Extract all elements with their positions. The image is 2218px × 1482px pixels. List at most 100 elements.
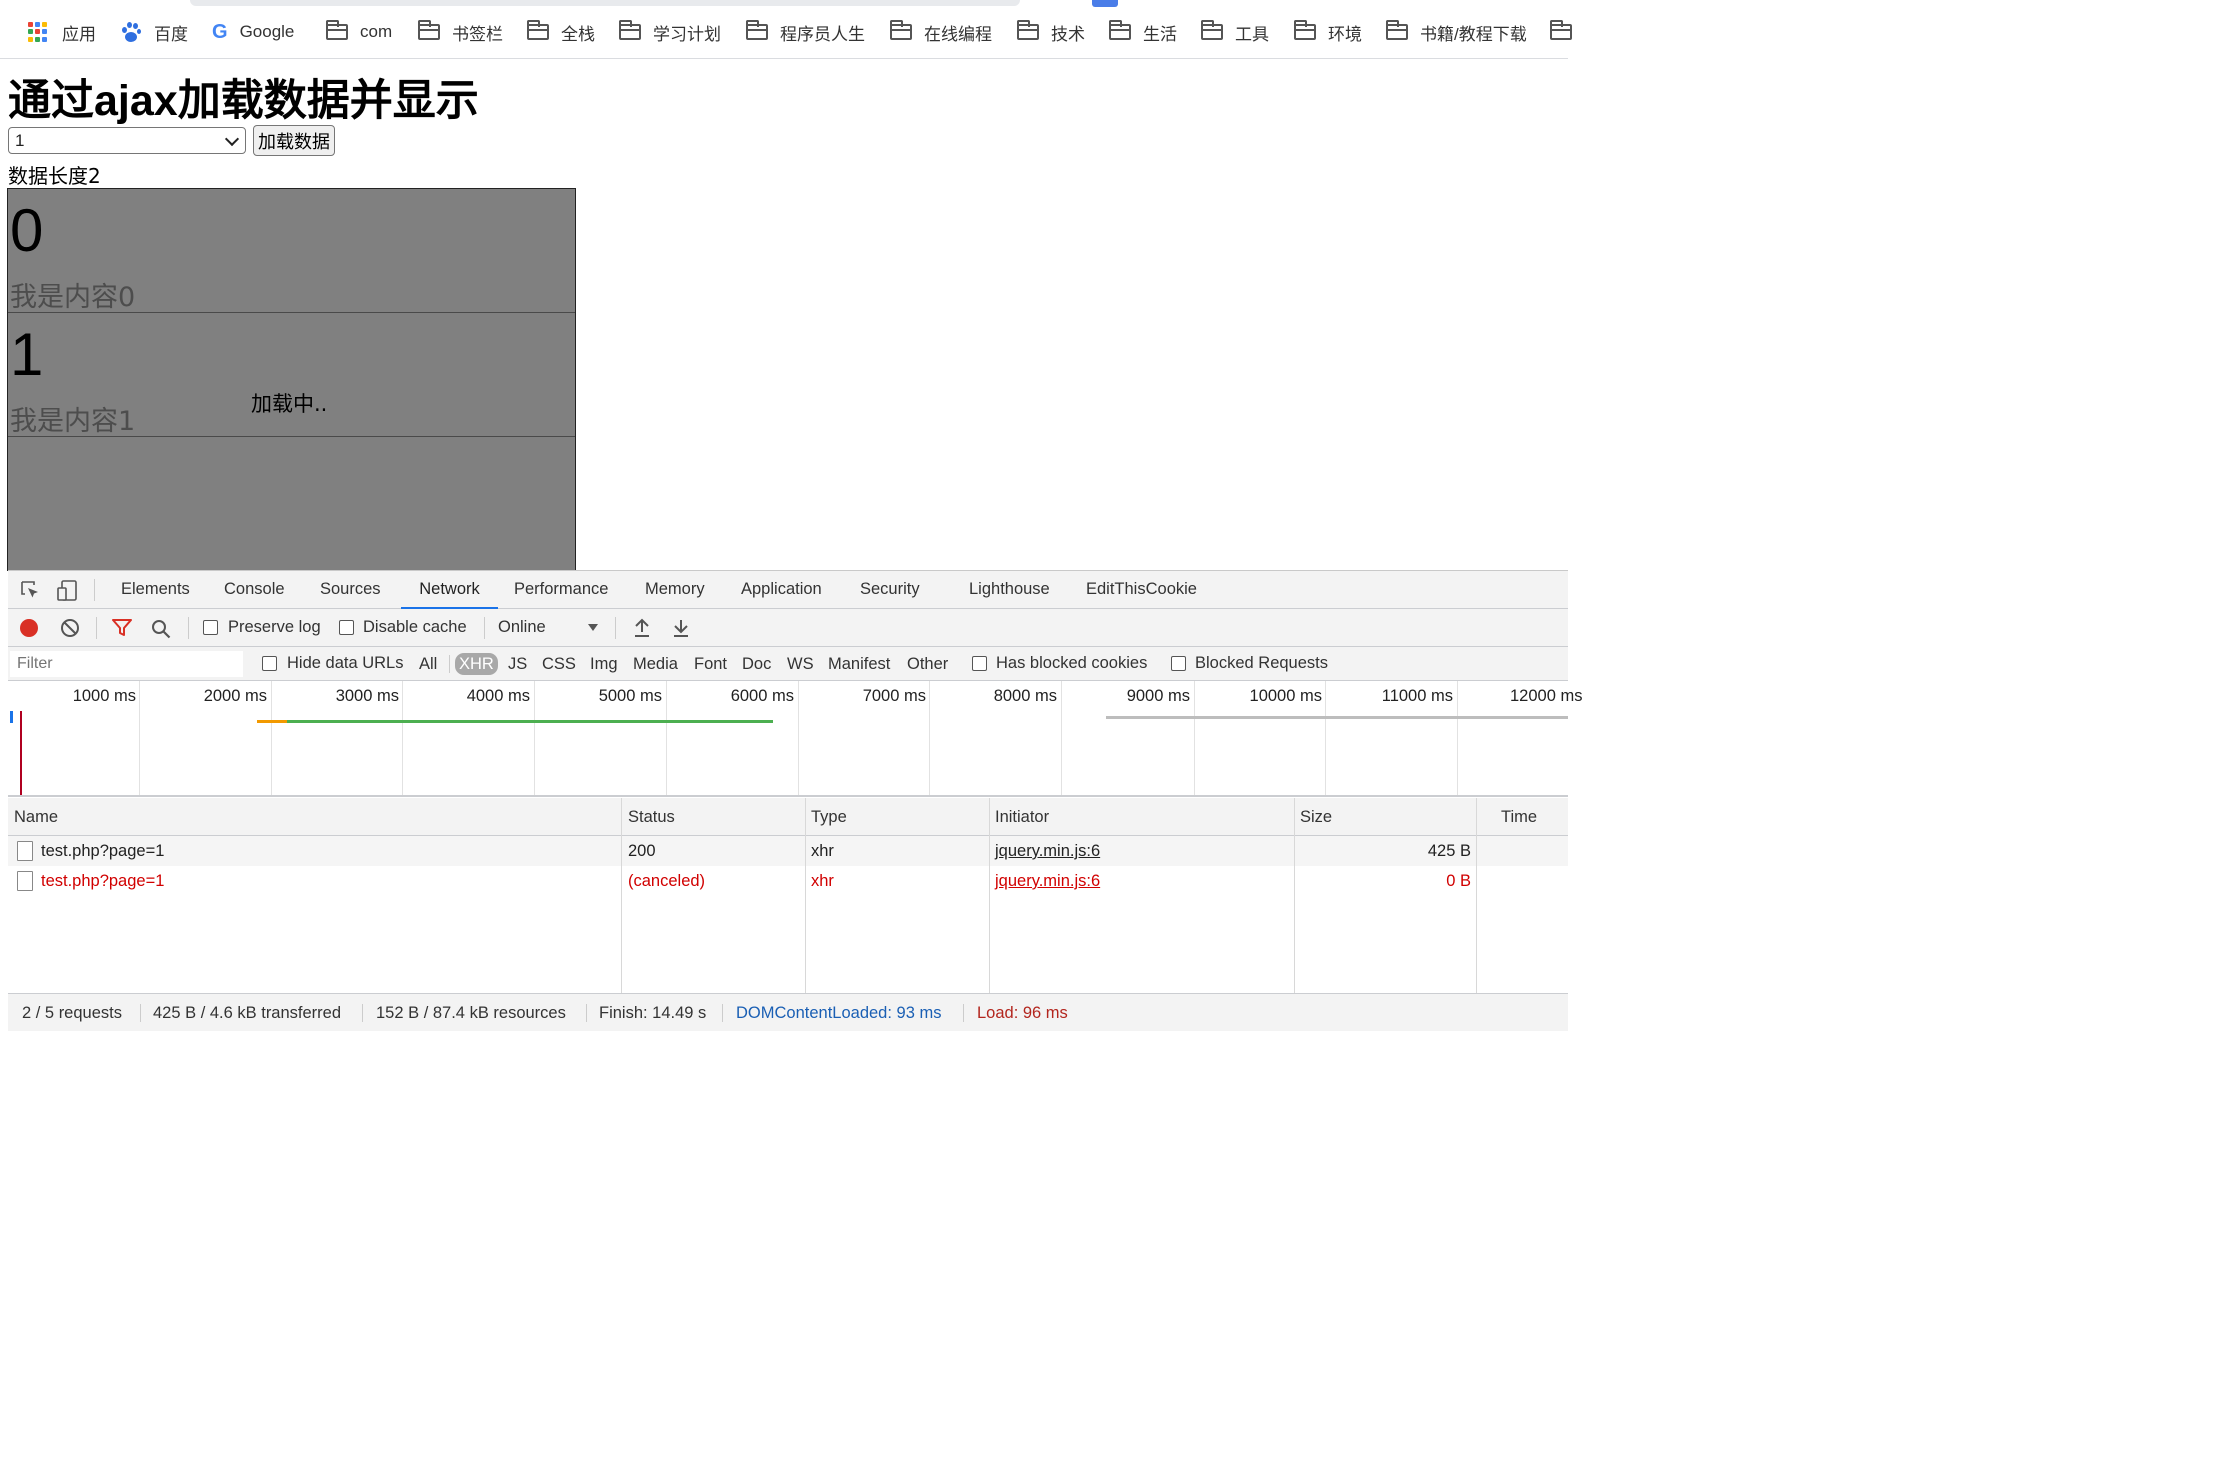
document-icon	[17, 841, 33, 861]
tab-application[interactable]: Application	[737, 571, 826, 609]
network-requests-table: Name Status Type Initiator Size Time tes…	[8, 798, 1568, 994]
column-header-name[interactable]: Name	[8, 798, 58, 836]
timeline-request-bar	[257, 720, 287, 723]
bookmark-folder-overflow[interactable]	[1550, 20, 1584, 44]
bookmark-baidu[interactable]: 百度	[120, 20, 188, 44]
tab-console[interactable]: Console	[220, 571, 289, 609]
folder-icon	[1109, 20, 1131, 40]
tab-memory[interactable]: Memory	[641, 571, 709, 609]
request-size: 425 B	[1427, 842, 1471, 860]
table-row[interactable]: test.php?page=1 (canceled) xhr jquery.mi…	[8, 866, 1568, 896]
bookmark-folder-environment[interactable]: 环境	[1294, 20, 1362, 44]
separator	[96, 617, 97, 639]
import-har-icon[interactable]	[633, 617, 651, 639]
blocked-requests-checkbox[interactable]	[1171, 656, 1186, 671]
tab-performance[interactable]: Performance	[510, 571, 612, 609]
separator	[586, 1004, 587, 1022]
request-status: (canceled)	[628, 872, 706, 890]
separator	[140, 1004, 141, 1022]
filter-input[interactable]	[10, 651, 243, 677]
bookmark-folder-tech[interactable]: 技术	[1017, 20, 1085, 44]
bookmark-folder-tools[interactable]: 工具	[1201, 20, 1269, 44]
request-initiator-link[interactable]: jquery.min.js:6	[995, 866, 1100, 896]
column-separator[interactable]	[621, 798, 622, 994]
disable-cache-checkbox[interactable]	[339, 620, 354, 635]
has-blocked-cookies-checkbox[interactable]	[972, 656, 987, 671]
type-filter-css[interactable]: CSS	[539, 653, 579, 675]
timeline-label: 10000 ms	[1249, 687, 1322, 705]
bookmark-label: Google	[239, 22, 295, 41]
column-separator[interactable]	[1294, 798, 1295, 994]
bookmark-folder-study-plan[interactable]: 学习计划	[619, 20, 721, 44]
column-header-initiator[interactable]: Initiator	[989, 798, 1049, 836]
network-toolbar: Preserve log Disable cache Online	[8, 609, 1568, 647]
device-toolbar-icon[interactable]	[56, 579, 80, 603]
filter-icon[interactable]	[111, 618, 133, 638]
load-data-button[interactable]: 加载数据	[253, 125, 335, 156]
bookmark-folder-bookmarks[interactable]: 书签栏	[418, 20, 503, 44]
folder-icon	[890, 20, 912, 40]
column-header-status[interactable]: Status	[622, 798, 675, 836]
item-content: 我是内容0	[10, 282, 136, 313]
page-select[interactable]: 1	[8, 127, 246, 154]
request-name: test.php?page=1	[41, 872, 165, 890]
page-title: 通过ajax加载数据并显示	[8, 77, 479, 125]
bookmark-folder-books[interactable]: 书籍/教程下载	[1386, 20, 1527, 44]
timeline-label: 7000 ms	[862, 687, 926, 705]
type-filter-media[interactable]: Media	[630, 653, 681, 675]
tab-sources[interactable]: Sources	[316, 571, 385, 609]
type-filter-js[interactable]: JS	[505, 653, 530, 675]
separator	[449, 655, 450, 673]
request-initiator-link[interactable]: jquery.min.js:6	[995, 836, 1100, 866]
tab-network[interactable]: Network	[401, 571, 498, 609]
data-length-text: 数据长度2	[8, 164, 101, 188]
separator	[615, 617, 616, 639]
bookmark-folder-life[interactable]: 生活	[1109, 20, 1177, 44]
bookmark-folder-online-coding[interactable]: 在线编程	[890, 20, 992, 44]
bookmark-apps[interactable]: 应用	[28, 20, 96, 44]
separator	[963, 1004, 964, 1022]
type-filter-img[interactable]: Img	[587, 653, 621, 675]
type-filter-all[interactable]: All	[416, 653, 440, 675]
type-filter-other[interactable]: Other	[904, 653, 951, 675]
bookmark-google[interactable]: G Google	[212, 20, 294, 44]
folder-icon	[1386, 20, 1408, 40]
preserve-log-checkbox[interactable]	[203, 620, 218, 635]
has-blocked-cookies-label: Has blocked cookies	[996, 654, 1148, 672]
tab-security[interactable]: Security	[856, 571, 924, 609]
type-filter-manifest[interactable]: Manifest	[825, 653, 893, 675]
bookmark-label: 在线编程	[924, 24, 992, 44]
clear-icon[interactable]	[60, 618, 80, 638]
inspect-element-icon[interactable]	[20, 580, 42, 602]
column-separator[interactable]	[805, 798, 806, 994]
tab-editthiscookie[interactable]: EditThisCookie	[1082, 571, 1201, 609]
tab-lighthouse[interactable]: Lighthouse	[965, 571, 1054, 609]
bookmark-folder-programmer-life[interactable]: 程序员人生	[746, 20, 865, 44]
tab-elements[interactable]: Elements	[117, 571, 194, 609]
throttling-select[interactable]: Online	[498, 618, 546, 637]
type-filter-ws[interactable]: WS	[784, 653, 817, 675]
type-filter-font[interactable]: Font	[691, 653, 730, 675]
hide-data-urls-checkbox[interactable]	[262, 656, 277, 671]
column-separator[interactable]	[989, 798, 990, 994]
status-requests: 2 / 5 requests	[22, 1004, 122, 1022]
network-overview-timeline[interactable]: 1000 ms 2000 ms 3000 ms 4000 ms 5000 ms …	[8, 681, 1582, 797]
bookmark-folder-fullstack[interactable]: 全栈	[527, 20, 595, 44]
type-filter-xhr[interactable]: XHR	[455, 653, 498, 675]
column-header-type[interactable]: Type	[805, 798, 847, 836]
document-icon	[17, 871, 33, 891]
data-list-container[interactable]: 0 我是内容0 1 我是内容1	[7, 188, 576, 571]
google-g-icon: G	[212, 20, 228, 43]
table-row[interactable]: test.php?page=1 200 xhr jquery.min.js:6 …	[8, 836, 1568, 866]
loading-indicator: 加载中..	[251, 392, 328, 416]
column-separator[interactable]	[1476, 798, 1477, 994]
export-har-icon[interactable]	[672, 617, 690, 639]
folder-icon	[1201, 20, 1223, 40]
bookmark-folder-com[interactable]: com	[326, 20, 392, 44]
column-header-size[interactable]: Size	[1294, 798, 1332, 836]
separator	[362, 1004, 363, 1022]
column-header-time[interactable]: Time	[1495, 798, 1537, 836]
search-icon[interactable]	[150, 618, 172, 640]
record-icon[interactable]	[20, 619, 38, 637]
type-filter-doc[interactable]: Doc	[739, 653, 774, 675]
